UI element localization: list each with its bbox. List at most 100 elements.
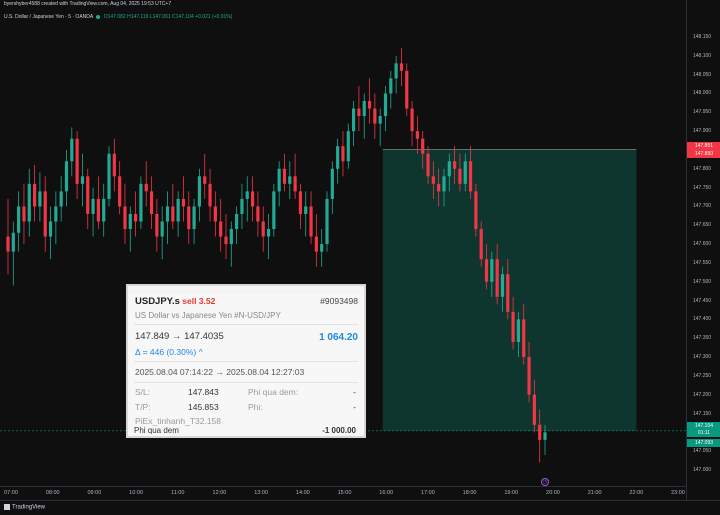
candle-body [144, 183, 148, 192]
candle-body [511, 311, 515, 342]
candle-body [192, 206, 196, 230]
candle-body [229, 229, 233, 245]
legend-close: C147.104 [172, 14, 194, 20]
time-label: 08:00 [45, 490, 60, 496]
candle-body [149, 191, 154, 214]
time-label: 20:00 [546, 490, 560, 496]
candle-body [293, 176, 297, 192]
candle-body [304, 206, 308, 214]
candle-body [240, 198, 244, 214]
open-price: 147.849 [135, 331, 170, 342]
candle-body [442, 176, 446, 192]
candle-body [468, 161, 473, 192]
candle-body [383, 93, 388, 117]
candle-body [256, 206, 260, 222]
candle-body [410, 108, 414, 132]
time-label: 14:00 [295, 490, 310, 496]
candle-body [341, 146, 345, 162]
candle-body [27, 183, 31, 222]
candle-body [421, 138, 425, 154]
candle-body [187, 206, 191, 230]
take-profit-value: 145.853 [188, 402, 219, 412]
price-label: 148.100 [693, 52, 712, 59]
candle-body [495, 259, 499, 297]
candle-body [532, 394, 536, 425]
economic-event-icon[interactable]: ◷ [541, 478, 549, 486]
price-label: 147.400 [693, 316, 712, 323]
position-close-tag: 147.093 [687, 438, 720, 447]
candle-body [325, 198, 329, 245]
time-label: 10:00 [129, 490, 143, 496]
candle-body [128, 213, 132, 230]
price-label: 147.950 [693, 109, 712, 116]
short-position-target-zone [382, 149, 637, 431]
tradingview-logo[interactable]: TradingView [4, 504, 45, 511]
time-label: 17:00 [420, 490, 435, 496]
candle-body [80, 176, 85, 184]
candle-body [272, 191, 276, 230]
candle-body [54, 206, 58, 222]
candle-body [357, 108, 361, 117]
candle-body [43, 191, 47, 237]
candle-body [123, 206, 127, 230]
candle-body [447, 161, 451, 177]
time-axis[interactable]: 07:00 08:00 09:00 10:00 11:00 12:00 13:00 14:00… [0, 486, 686, 500]
candle-body [463, 161, 467, 184]
candle-body [86, 176, 90, 214]
time-label: 12:00 [212, 490, 227, 496]
candle-body [245, 191, 249, 199]
background-swap-row: Phi qua dem -1 000.00 [130, 425, 362, 434]
candle-body [527, 357, 531, 395]
candle-body [224, 236, 228, 245]
price-label: 147.900 [693, 128, 712, 135]
price-scale[interactable]: 148.150 148.100 148.050 148.000 147.950 147.9… [686, 0, 720, 500]
candle-body [6, 236, 10, 252]
candle-body [479, 229, 483, 260]
price-label: 147.650 [693, 222, 712, 229]
candle-body [250, 191, 255, 207]
candle-body [453, 161, 457, 169]
candle-body [235, 213, 239, 230]
footer-brand: TradingView [12, 504, 46, 511]
candle-body [208, 183, 212, 207]
candle-body [351, 108, 356, 132]
candle-body [399, 63, 404, 71]
candle-body [431, 176, 435, 184]
candle-body [437, 183, 441, 192]
price-label: 147.250 [693, 372, 712, 379]
candle-body [48, 221, 53, 237]
price-label: 147.800 [693, 165, 712, 172]
legend-low: L147.061 [149, 14, 171, 20]
close-price: 147.4035 [184, 331, 224, 342]
candle-body [266, 229, 271, 237]
trade-details-card[interactable]: USDJPY.s sell 3.52 #9093498 US Dollar vs… [128, 286, 364, 436]
candle-body [181, 198, 186, 207]
stop-loss-value: 147.843 [188, 387, 219, 397]
price-label: 147.450 [693, 297, 712, 304]
price-label: 147.600 [693, 241, 712, 248]
time-label: 18:00 [462, 490, 477, 496]
time-label: 09:00 [87, 490, 102, 496]
take-profit-label: T/P: [135, 402, 151, 412]
delta-up-icon: ^ [198, 347, 203, 357]
candle-body [112, 153, 116, 177]
candle-body [346, 131, 350, 162]
price-label: 148.000 [693, 90, 712, 97]
candle-body [320, 244, 324, 252]
candle-body [474, 191, 478, 230]
candle-body [389, 78, 393, 94]
fee-value: - [353, 402, 356, 412]
close-time: 2025.08.04 12:27:03 [226, 367, 305, 377]
candle-body [336, 146, 340, 169]
candle-body [171, 206, 175, 222]
price-label: 147.350 [693, 335, 712, 342]
price-label: 147.150 [693, 410, 712, 417]
candle-body [17, 206, 21, 233]
candle-body [516, 319, 521, 342]
candle-body [506, 274, 510, 312]
candle-body [102, 198, 106, 222]
candle-body [500, 274, 505, 297]
trade-details-body: USDJPY.s sell 3.52 #9093498 US Dollar vs… [128, 294, 364, 436]
legend-symbol: U.S. Dollar / Japanese Yen · 5 · OANDA [4, 14, 93, 20]
candle-body [22, 206, 26, 222]
